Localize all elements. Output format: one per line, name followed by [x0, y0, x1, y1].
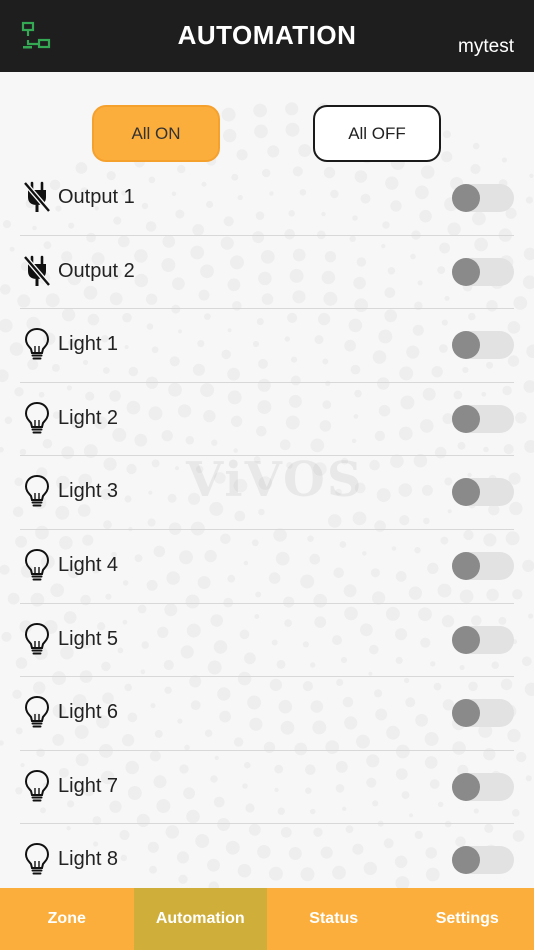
lightbulb-icon — [22, 547, 52, 583]
tab-status[interactable]: Status — [267, 888, 401, 950]
tab-zone[interactable]: Zone — [0, 888, 134, 950]
toggle-knob — [452, 551, 480, 580]
toggle-switch[interactable] — [452, 699, 514, 728]
toggle-switch[interactable] — [452, 404, 514, 433]
list-item: Light 7 — [20, 751, 514, 825]
lightbulb-icon — [22, 768, 52, 804]
toggle-switch[interactable] — [452, 478, 514, 507]
item-label: Light 1 — [58, 333, 119, 356]
all-off-button[interactable]: All OFF — [313, 105, 441, 162]
item-label: Output 2 — [58, 259, 135, 282]
item-label: Output 1 — [58, 186, 135, 208]
tab-settings[interactable]: Settings — [401, 888, 534, 950]
toggle-knob — [452, 331, 480, 360]
toggle-knob — [452, 478, 480, 507]
toggle-knob — [452, 772, 480, 801]
item-label: Light 4 — [58, 553, 119, 576]
toggle-switch[interactable] — [452, 551, 514, 580]
lightbulb-icon — [22, 694, 52, 730]
toggle-knob — [452, 699, 480, 728]
toggle-knob — [452, 846, 480, 875]
item-label: Light 8 — [58, 848, 119, 871]
lightbulb-icon — [22, 621, 52, 657]
toggle-knob — [452, 257, 480, 286]
device-list: Output 1 Output 2 Light 1 Light 2 Light 3 Lig… — [0, 162, 534, 888]
app-header: AUTOMATION mytest — [0, 0, 534, 72]
list-item: Light 1 — [20, 309, 514, 383]
list-item: Light 5 — [20, 604, 514, 678]
item-label: Light 5 — [58, 627, 119, 650]
list-item: Light 8 — [20, 824, 514, 888]
toggle-knob — [452, 625, 480, 654]
toggle-switch[interactable] — [452, 257, 514, 286]
power-plug-off-icon — [22, 253, 52, 289]
lightbulb-icon — [22, 473, 52, 509]
item-label: Light 3 — [58, 480, 119, 503]
item-label: Light 2 — [58, 406, 119, 429]
username-label: mytest — [458, 36, 514, 57]
toggle-switch[interactable] — [452, 184, 514, 212]
list-item: Light 4 — [20, 530, 514, 604]
list-item: Light 6 — [20, 677, 514, 751]
lightbulb-icon — [22, 841, 52, 877]
list-item: Light 3 — [20, 456, 514, 530]
bottom-tab-bar: Zone Automation Status Settings — [0, 888, 534, 950]
main-content: ViVOS All ON All OFF Output 1 Output 2 Lig… — [0, 72, 534, 888]
list-item: Output 1 — [20, 162, 514, 236]
toggle-knob — [452, 184, 480, 212]
power-plug-off-icon — [22, 179, 52, 215]
tab-automation[interactable]: Automation — [133, 888, 267, 950]
item-label: Light 6 — [58, 701, 119, 724]
page-title: AUTOMATION — [177, 20, 357, 50]
toggle-switch[interactable] — [452, 846, 514, 875]
toggle-switch[interactable] — [452, 625, 514, 654]
toggle-switch[interactable] — [452, 331, 514, 360]
list-item: Light 2 — [20, 383, 514, 457]
list-item: Output 2 — [20, 236, 514, 310]
all-on-button[interactable]: All ON — [92, 105, 220, 162]
item-label: Light 7 — [58, 774, 119, 797]
lightbulb-icon — [22, 400, 52, 436]
toggle-switch[interactable] — [452, 772, 514, 801]
lightbulb-icon — [22, 326, 52, 362]
toggle-knob — [452, 404, 480, 433]
